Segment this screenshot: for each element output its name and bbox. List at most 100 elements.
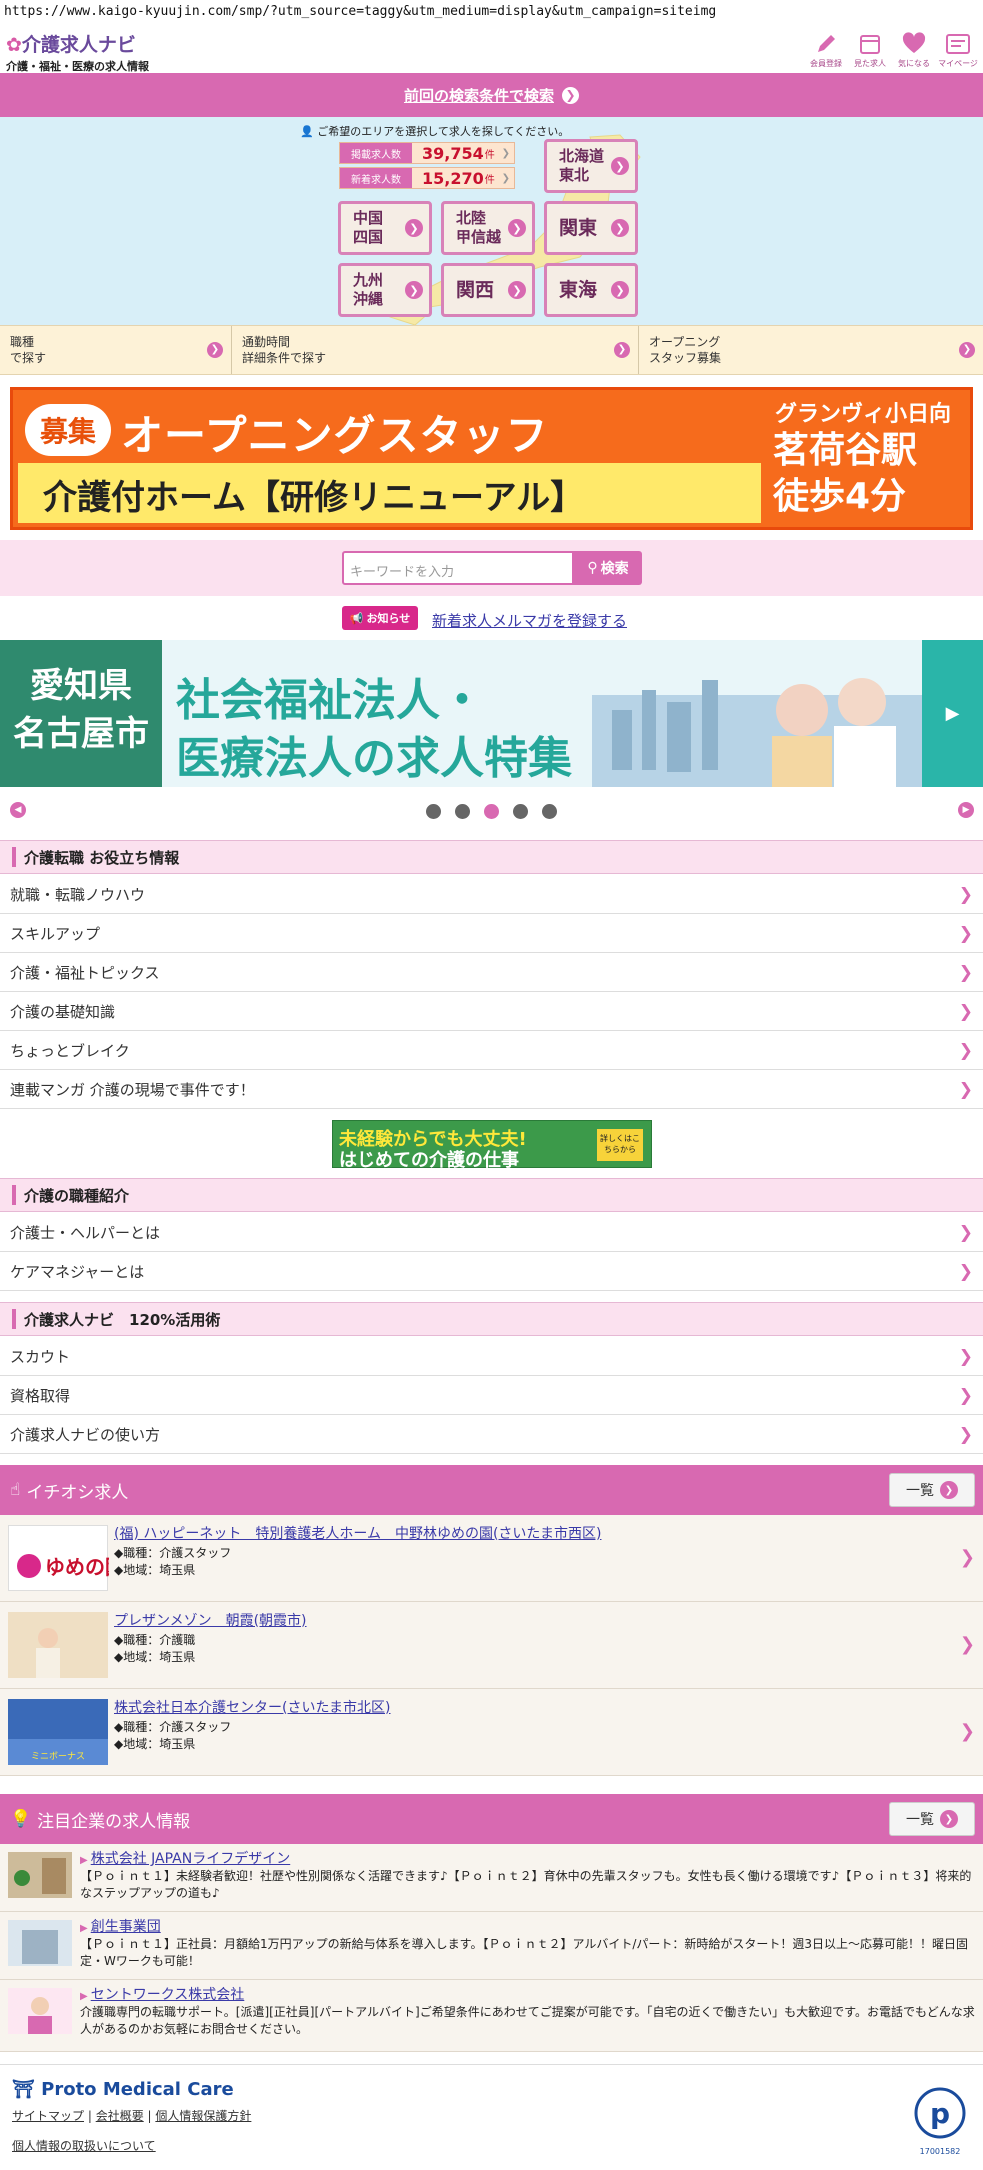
chevron-right-icon: ❯ bbox=[501, 147, 510, 159]
new-count[interactable]: 新着求人数 15,270 件 ❯ bbox=[339, 167, 515, 189]
job-title[interactable]: 株式会社日本介護センター(さいたま市北区) bbox=[114, 1697, 391, 1717]
chevron-right-icon: ❯ bbox=[958, 1002, 973, 1022]
featured-companies-header: 💡 注目企業の求人情報 一覧 ❯ bbox=[0, 1794, 983, 1844]
sitemap-link[interactable]: サイトマップ bbox=[12, 2109, 84, 2123]
search-by-job-type[interactable]: 職種 で探す ❯ bbox=[0, 326, 232, 374]
list-item[interactable]: ちょっとブレイク ❯ bbox=[0, 1031, 983, 1070]
search-options: 職種 で探す ❯ 通勤時間 詳細条件で探す ❯ オープニング スタッフ募集 ❯ bbox=[0, 325, 983, 375]
slider-dots bbox=[426, 804, 571, 819]
opening-staff-banner[interactable]: 募集 オープニングスタッフ 介護付ホーム【研修リニューアル】 グランヴィ小日向 … bbox=[10, 387, 973, 530]
svg-text:p: p bbox=[930, 2097, 950, 2130]
job-item[interactable]: ミニボーナス 株式会社日本介護センター(さいたま市北区) ◆職種：介護スタッフ ◆… bbox=[0, 1689, 983, 1776]
beginner-banner[interactable]: 未経験からでも大丈夫! はじめての介護の仕事 詳しくはこちらから bbox=[332, 1120, 652, 1171]
company-item[interactable]: セントワークス株式会社 介護職専門の転職サポート。[派遣][正社員][パートアル… bbox=[0, 1980, 983, 2052]
last-search-button[interactable]: 前回の検索条件で検索 ❯ bbox=[0, 73, 983, 117]
site-logo[interactable]: ✿介護求人ナビ 介護・福祉・医療の求人情報 bbox=[6, 30, 149, 74]
chevron-right-icon: ❯ bbox=[958, 1041, 973, 1061]
list-item[interactable]: 連載マンガ 介護の現場で事件です！ ❯ bbox=[0, 1070, 983, 1109]
privacy-mark-icon: p bbox=[914, 2087, 966, 2139]
viewed-jobs-label: 見た求人 bbox=[854, 59, 886, 68]
next-slide-button[interactable]: ▶ bbox=[958, 802, 974, 818]
privacy-policy-link[interactable]: 個人情報保護方針 bbox=[155, 2109, 251, 2123]
slider-dot[interactable] bbox=[513, 804, 528, 819]
region-hokuriku-koshinetsu[interactable]: 北陸 甲信越 ❯ bbox=[441, 201, 535, 255]
region-label: 北海道 東北 bbox=[559, 147, 605, 184]
company-name[interactable]: 創生事業団 bbox=[80, 1916, 161, 1936]
search-icon: ⚲ bbox=[587, 560, 598, 576]
list-item[interactable]: 介護の基礎知識 ❯ bbox=[0, 992, 983, 1031]
region-kyushu-okinawa[interactable]: 九州 沖縄 ❯ bbox=[338, 263, 432, 317]
area-map: 👤 ご希望のエリアを選択して求人を探してください。 掲載求人数 39,754 件… bbox=[0, 117, 983, 325]
chevron-right-icon: ❯ bbox=[958, 1425, 973, 1445]
nagoya-feature-banner[interactable]: 愛知県 名古屋市 社会福祉法人・ 医療法人の求人特集 ▶ bbox=[0, 640, 983, 787]
slider-dot-active[interactable] bbox=[484, 804, 499, 819]
banner-title-line2: 医療法人の求人特集 bbox=[176, 733, 572, 784]
slider-dot[interactable] bbox=[542, 804, 557, 819]
mypage-button[interactable]: マイページ bbox=[937, 27, 979, 69]
company-thumbnail bbox=[8, 1852, 72, 1898]
slider-dot[interactable] bbox=[455, 804, 470, 819]
flower-icon: ✿ bbox=[6, 34, 22, 56]
list-item[interactable]: スカウト ❯ bbox=[0, 1337, 983, 1376]
next-slide-icon[interactable]: ▶ bbox=[922, 640, 983, 787]
footer-brand[interactable]: ⛩ Proto Medical Care bbox=[12, 2079, 234, 2100]
privacy-handling-link[interactable]: 個人情報の取扱いについて bbox=[12, 2137, 156, 2154]
list-item[interactable]: 介護求人ナビの使い方 ❯ bbox=[0, 1415, 983, 1454]
logo-title: 介護求人ナビ bbox=[21, 34, 136, 56]
arrow-right-icon: ❯ bbox=[940, 1481, 958, 1499]
favorites-button[interactable]: 気になる bbox=[893, 27, 935, 69]
slider-dot[interactable] bbox=[426, 804, 441, 819]
heart-icon bbox=[902, 32, 926, 53]
keyword-input[interactable]: キーワードを入力 bbox=[342, 551, 574, 585]
pickup-list-button[interactable]: 一覧 ❯ bbox=[889, 1473, 975, 1507]
list-item[interactable]: 介護・福祉トピックス ❯ bbox=[0, 953, 983, 992]
list-item[interactable]: 介護士・ヘルパーとは ❯ bbox=[0, 1213, 983, 1252]
slider-nav: ◀ ▶ bbox=[0, 795, 983, 825]
job-item[interactable]: ゆめの園 (福) ハッピーネット 特別養護老人ホーム 中野林ゆめの園(さいたま市… bbox=[0, 1515, 983, 1602]
pickup-jobs-header: ☝ イチオシ求人 一覧 ❯ bbox=[0, 1465, 983, 1515]
address-bar-url[interactable]: https://www.kaigo-kyuujin.com/smp/?utm_s… bbox=[0, 0, 983, 22]
header-icons: 会員登録 見た求人 気になる マイページ bbox=[803, 27, 979, 69]
notice-badge: 📢 お知らせ bbox=[342, 606, 418, 630]
prev-slide-button[interactable]: ◀ bbox=[10, 802, 26, 818]
company-thumbnail bbox=[8, 1988, 72, 2034]
chevron-right-icon: ❯ bbox=[959, 1721, 975, 1742]
job-item[interactable]: プレザンメゾン 朝霞(朝霞市) ◆職種：介護職 ◆地域：埼玉県 ❯ bbox=[0, 1602, 983, 1689]
region-tokai[interactable]: 東海 ❯ bbox=[544, 263, 638, 317]
chevron-right-icon: ❯ bbox=[958, 1262, 973, 1282]
region-kansai[interactable]: 関西 ❯ bbox=[441, 263, 535, 317]
featured-list-button[interactable]: 一覧 ❯ bbox=[889, 1802, 975, 1836]
opening-staff-search[interactable]: オープニング スタッフ募集 ❯ bbox=[639, 326, 983, 374]
list-item[interactable]: ケアマネジャーとは ❯ bbox=[0, 1252, 983, 1291]
region-hokkaido-tohoku[interactable]: 北海道 東北 ❯ bbox=[544, 139, 638, 193]
company-item[interactable]: 創生事業団 【Ｐｏｉｎｔ１】正社員：月額給1万円アップの新給与体系を導入します。… bbox=[0, 1912, 983, 1980]
viewed-jobs-button[interactable]: 見た求人 bbox=[849, 27, 891, 69]
chevron-right-icon: ❯ bbox=[958, 885, 973, 905]
footer-links: サイトマップ | 会社概要 | 個人情報保護方針 bbox=[12, 2109, 252, 2123]
search-by-commute[interactable]: 通勤時間 詳細条件で探す ❯ bbox=[232, 326, 639, 374]
company-description: 介護職専門の転職サポート。[派遣][正社員][パートアルバイト]ご希望条件にあわ… bbox=[80, 2005, 975, 2036]
company-name[interactable]: 株式会社 JAPANライフデザイン bbox=[80, 1848, 291, 1868]
list-item[interactable]: 就職・転職ノウハウ ❯ bbox=[0, 875, 983, 914]
company-item[interactable]: 株式会社 JAPANライフデザイン 【Ｐｏｉｎｔ１】未経験者歓迎！社歴や性別関係… bbox=[0, 1844, 983, 1912]
newsletter-link[interactable]: 新着求人メルマガを登録する bbox=[432, 610, 627, 631]
arrow-right-icon: ❯ bbox=[611, 219, 629, 237]
company-description: 【Ｐｏｉｎｔ１】未経験者歓迎！社歴や性別関係なく活躍できます♪【Ｐｏｉｎｔ２】育… bbox=[80, 1869, 972, 1900]
person-icon: 👤 bbox=[300, 125, 314, 138]
search-button[interactable]: ⚲ 検索 bbox=[574, 551, 642, 585]
banner-title: オープニングスタッフ bbox=[121, 411, 549, 460]
region-chugoku-shikoku[interactable]: 中国 四国 ❯ bbox=[338, 201, 432, 255]
list-item[interactable]: スキルアップ ❯ bbox=[0, 914, 983, 953]
company-name[interactable]: セントワークス株式会社 bbox=[80, 1984, 245, 2004]
published-count[interactable]: 掲載求人数 39,754 件 ❯ bbox=[339, 142, 515, 164]
region-kanto[interactable]: 関東 ❯ bbox=[544, 201, 638, 255]
register-button[interactable]: 会員登録 bbox=[805, 27, 847, 69]
published-number: 39,754 bbox=[422, 143, 484, 163]
region-label: 関東 bbox=[559, 216, 598, 239]
company-link[interactable]: 会社概要 bbox=[96, 2109, 144, 2123]
job-title[interactable]: (福) ハッピーネット 特別養護老人ホーム 中野林ゆめの園(さいたま市西区) bbox=[114, 1523, 601, 1543]
job-title[interactable]: プレザンメゾン 朝霞(朝霞市) bbox=[114, 1610, 307, 1630]
arrow-right-icon: ❯ bbox=[940, 1810, 958, 1828]
list-item[interactable]: 資格取得 ❯ bbox=[0, 1376, 983, 1415]
new-label: 新着求人数 bbox=[340, 168, 412, 188]
